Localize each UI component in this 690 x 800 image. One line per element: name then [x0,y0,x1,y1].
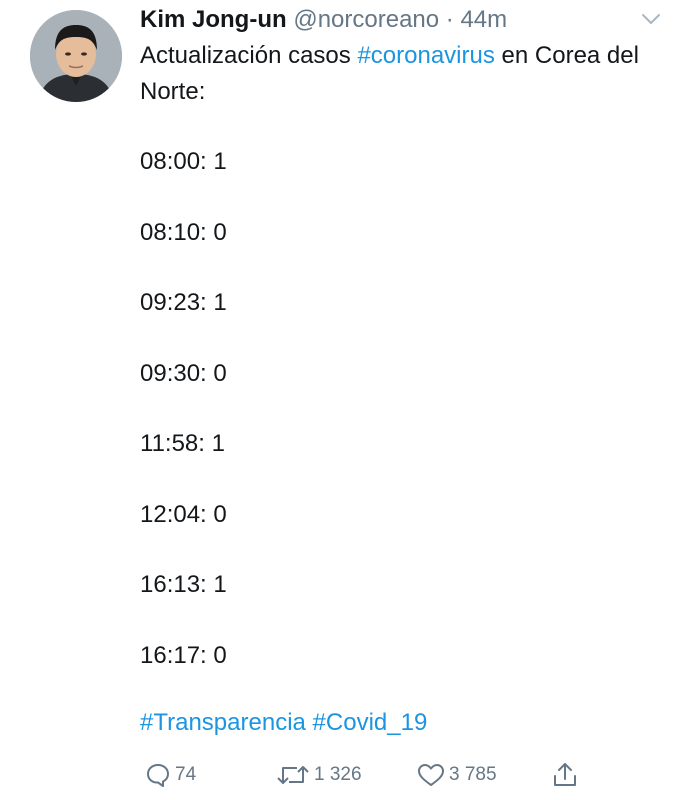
like-count: 3 785 [449,764,497,785]
case-update-entry: 16:17: 0 [140,641,227,669]
author-handle[interactable]: @norcoreano [293,6,439,33]
retweet-count: 1 326 [314,764,362,785]
case-update-entry: 09:23: 1 [140,289,227,316]
hashtag-covid19[interactable]: #Covid_19 [313,709,428,736]
reply-button[interactable]: 74 [144,758,196,792]
avatar[interactable] [30,10,122,102]
share-upload-icon [550,760,580,790]
chevron-down-icon[interactable] [640,12,662,26]
case-update-list: 08:00: 1 08:10: 0 09:23: 1 09:30: 0 11:5… [140,144,660,674]
case-update-entry: 09:30: 0 [140,359,227,387]
case-update-entry: 08:00: 1 [140,148,227,175]
tweet-header: Kim Jong-un @norcoreano · 44m [140,4,660,36]
case-update-entry: 12:04: 0 [140,500,227,528]
heart-icon [416,761,446,789]
retweet-arrows-icon [275,761,311,789]
tweet-text-prefix: Actualización casos [140,42,358,69]
case-update-entry: 16:13: 1 [140,571,227,598]
hashtag-transparencia[interactable]: #Transparencia [140,709,306,736]
reply-count: 74 [175,764,197,785]
tweet-text: Actualización casos #coronavirus en Core… [140,38,660,110]
tweet-timestamp[interactable]: 44m [460,6,507,33]
hashtag-line: #Transparencia #Covid_19 [140,705,660,741]
tweet-card[interactable]: Kim Jong-un @norcoreano · 44m Actualizac… [0,0,690,800]
case-update-entry: 08:10: 0 [140,218,227,246]
reply-bubble-icon [144,761,172,789]
avatar-image [30,10,122,102]
author-name[interactable]: Kim Jong-un [140,6,287,33]
like-button[interactable]: 3 785 [416,758,497,792]
tweet-actions: 74 1 326 3 785 [140,758,660,792]
share-button[interactable] [550,758,580,792]
tweet-content: Kim Jong-un @norcoreano · 44m Actualizac… [140,4,660,741]
header-separator: · [445,6,454,33]
retweet-button[interactable]: 1 326 [275,758,362,792]
case-update-entry: 11:58: 1 [140,430,225,457]
hashtag-coronavirus[interactable]: #coronavirus [357,42,494,69]
